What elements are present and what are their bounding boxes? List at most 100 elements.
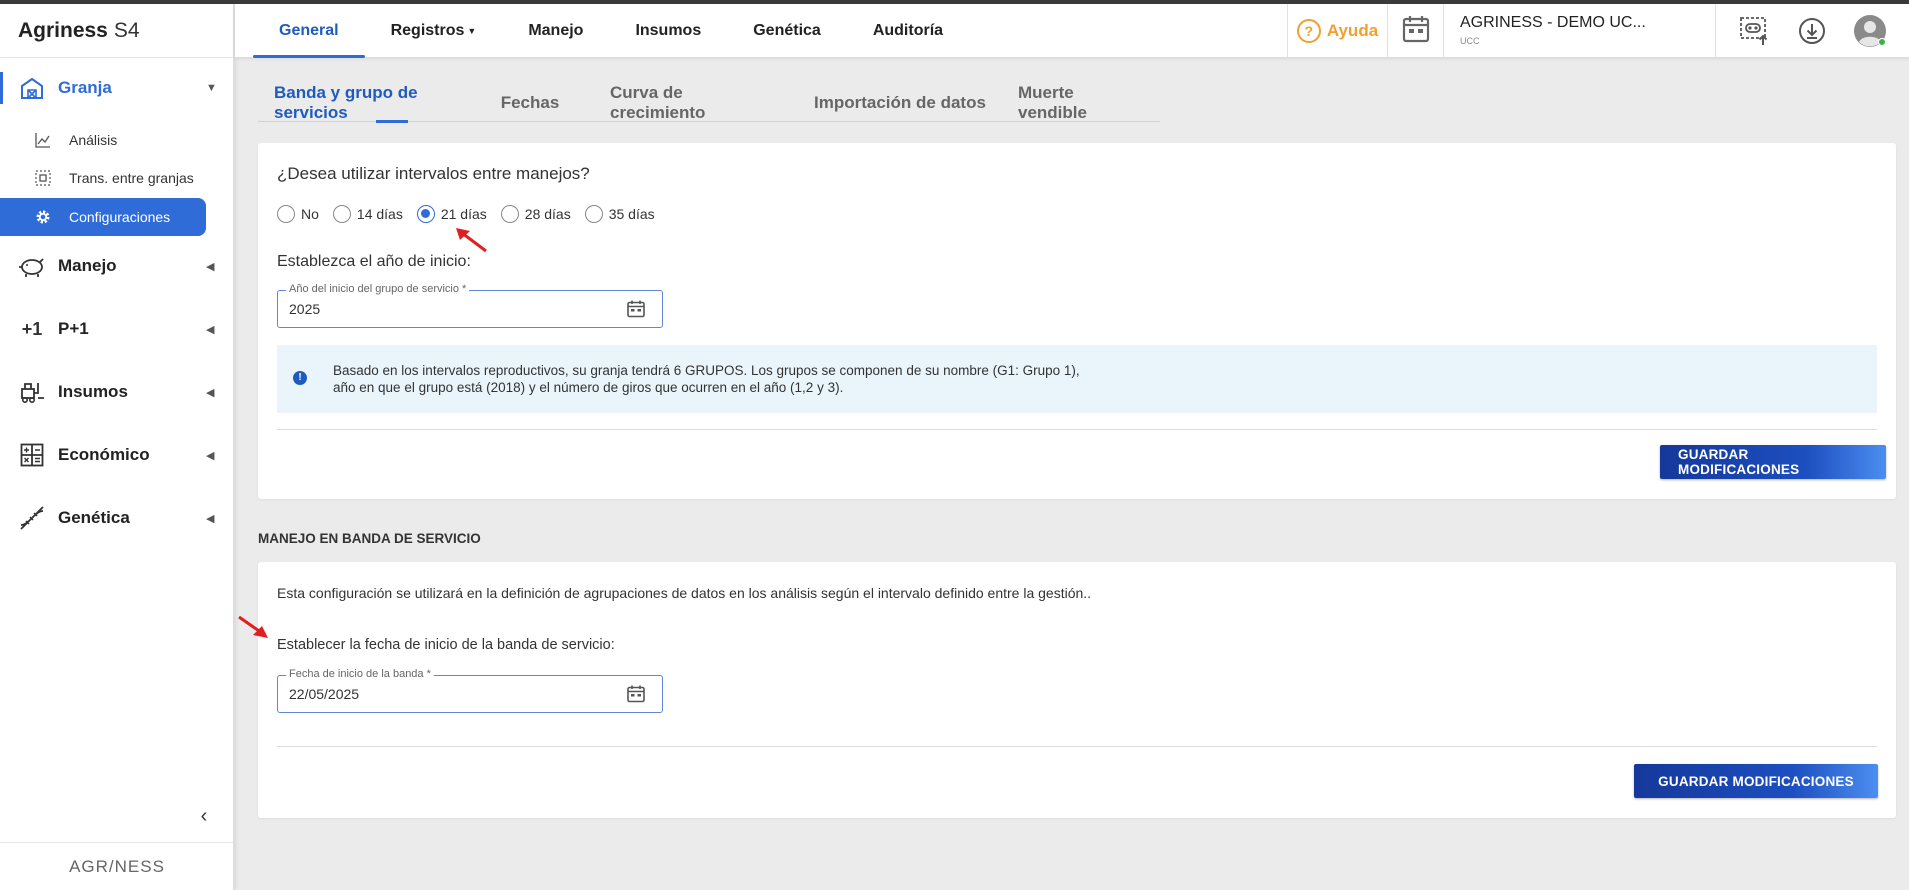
start-year-field[interactable]: Año del inicio del grupo de servicio *	[277, 283, 663, 328]
help-button[interactable]: ? Ayuda	[1287, 4, 1387, 58]
calculator-icon	[18, 441, 46, 469]
chevron-down-icon: ▼	[206, 82, 217, 94]
info-text: Basado en los intervalos reproductivos, …	[333, 363, 1080, 395]
sidebar-item-label: Configuraciones	[69, 209, 171, 225]
radio-circle	[416, 205, 435, 223]
sidebar-group-label: Insumos	[58, 382, 128, 401]
radio-14-dias[interactable]: 14 días	[332, 205, 403, 223]
sidebar-item-trans-entre-granjas[interactable]: Trans. entre granjas	[0, 159, 206, 197]
radio-label: 14 días	[356, 206, 403, 222]
sidebar-item-label: Trans. entre granjas	[69, 170, 194, 186]
radio-21-dias[interactable]: 21 días	[416, 205, 487, 223]
sidebar-group-label: Genética	[58, 508, 130, 527]
band-start-date-field[interactable]: Fecha de inicio de la banda *	[277, 668, 663, 713]
collapse-sidebar-button[interactable]: ‹	[192, 804, 216, 828]
tab-curva-crecimiento[interactable]: Curva de crecimiento	[594, 83, 798, 122]
top-bar: General Registros ▼ Manejo Insumos Genéti…	[235, 4, 1909, 58]
start-year-label: Establezca el año de inicio:	[277, 253, 471, 270]
chevron-left-icon: ◀	[206, 260, 215, 273]
band-start-date-input[interactable]	[289, 686, 609, 702]
sidebar-group-label: Granja	[58, 78, 112, 97]
chevron-left-icon: ◀	[206, 386, 215, 399]
radio-28-dias[interactable]: 28 días	[500, 205, 571, 223]
topnav-general[interactable]: General	[253, 4, 365, 58]
transfer-icon	[34, 169, 52, 187]
topnav-genetica[interactable]: Genética	[727, 4, 847, 58]
forklift-icon	[18, 378, 46, 406]
question-icon: ?	[1296, 19, 1321, 43]
footer-logo: AGR/NESS	[0, 842, 234, 890]
farm-name: AGRINESS - DEMO UC...	[1460, 14, 1646, 31]
band-description: Esta configuración se utilizará en la de…	[277, 585, 1092, 601]
radio-circle	[277, 205, 295, 223]
top-bar-actions: ? Ayuda AGRINESS - DEMO UC... UCC	[1287, 4, 1909, 58]
caret-down-icon: ▼	[467, 26, 477, 36]
section-title: MANEJO EN BANDA DE SERVICIO	[258, 531, 481, 546]
interval-question: ¿Desea utilizar intervalos entre manejos…	[277, 164, 590, 183]
radio-35-dias[interactable]: 35 días	[584, 205, 655, 223]
sidebar-item-analisis[interactable]: Análisis	[0, 121, 206, 159]
sidebar-group-p1[interactable]: +1 P+1 ◀	[0, 307, 234, 351]
sidebar-group-economico[interactable]: Económico ◀	[0, 433, 234, 477]
calendar-icon	[1401, 14, 1431, 49]
sidebar-item-label: Análisis	[69, 132, 118, 148]
sidebar-group-genetica[interactable]: Genética ◀	[0, 496, 234, 540]
brand-logo[interactable]: Agriness S4	[0, 4, 233, 58]
interval-radio-group: No 14 días 21 días 28 días 35 días	[277, 205, 669, 223]
topnav-insumos[interactable]: Insumos	[609, 4, 727, 58]
sidebar-item-configuraciones[interactable]: Configuraciones	[0, 198, 206, 236]
plus-one-icon: +1	[21, 318, 43, 339]
calendar-icon[interactable]	[626, 684, 646, 709]
tab-banda-grupo-servicios[interactable]: Banda y grupo de servicios	[258, 83, 466, 123]
brand-name: Agriness	[18, 18, 108, 42]
top-bar-icons	[1715, 4, 1909, 58]
farm-code: UCC	[1460, 36, 1480, 46]
radio-circle	[500, 205, 519, 223]
topnav-manejo[interactable]: Manejo	[502, 4, 609, 58]
chevron-left-icon: ◀	[206, 323, 215, 336]
settings-tabs: Banda y grupo de servicios Fechas Curva …	[258, 83, 1160, 123]
tab-muerte-vendible[interactable]: Muerte vendible	[1002, 83, 1160, 122]
tab-fechas[interactable]: Fechas	[466, 84, 594, 122]
pig-icon	[18, 252, 46, 280]
sidebar-group-manejo[interactable]: Manejo ◀	[0, 244, 234, 288]
help-label: Ayuda	[1326, 21, 1379, 40]
sidebar-group-label: Manejo	[58, 256, 117, 275]
tab-importacion-datos[interactable]: Importación de datos	[798, 84, 1002, 122]
band-date-label: Establecer la fecha de inicio de la band…	[277, 637, 615, 653]
start-year-input[interactable]	[289, 301, 609, 317]
calendar-button[interactable]	[1387, 4, 1443, 58]
service-band-card: Esta configuración se utilizará en la de…	[238, 562, 1896, 818]
field-label: Fecha de inicio de la banda *	[286, 668, 434, 680]
radio-no[interactable]: No	[277, 205, 319, 223]
sidebar-group-granja[interactable]: Granja ▼	[0, 66, 234, 110]
annotation-arrow-icon	[456, 228, 487, 253]
user-avatar[interactable]	[1852, 13, 1888, 49]
farm-selector[interactable]: AGRINESS - DEMO UC... UCC	[1443, 4, 1715, 58]
sidebar-group-label: P+1	[58, 319, 89, 338]
save-button[interactable]: GUARDAR MODIFICACIONES	[1660, 445, 1886, 479]
chevron-left-icon: ◀	[206, 449, 215, 462]
divider	[277, 746, 1877, 747]
field-label: Año del inicio del grupo de servicio *	[286, 283, 470, 295]
topnav-auditoria[interactable]: Auditoría	[847, 4, 969, 58]
top-navigation: General Registros ▼ Manejo Insumos Genéti…	[253, 4, 969, 58]
annotation-arrow-icon	[238, 615, 268, 638]
download-icon[interactable]	[1794, 13, 1830, 49]
radio-label: 35 días	[608, 206, 655, 222]
save-button[interactable]: GUARDAR MODIFICACIONES	[1634, 764, 1878, 798]
service-group-card: ¿Desea utilizar intervalos entre manejos…	[258, 143, 1896, 499]
sidebar-group-insumos[interactable]: Insumos ◀	[0, 370, 234, 414]
topnav-registros[interactable]: Registros ▼	[365, 4, 503, 58]
radio-label: 21 días	[440, 206, 487, 222]
radio-circle	[584, 205, 603, 223]
divider	[277, 429, 1877, 430]
sidebar-group-label: Económico	[58, 445, 150, 464]
info-icon: !	[293, 371, 307, 385]
chart-line-icon	[34, 131, 52, 149]
calendar-icon[interactable]	[626, 299, 646, 324]
radio-circle	[332, 205, 351, 223]
gear-icon	[34, 208, 52, 226]
upload-screen-icon[interactable]	[1737, 13, 1773, 49]
brand-product: S4	[113, 18, 140, 42]
